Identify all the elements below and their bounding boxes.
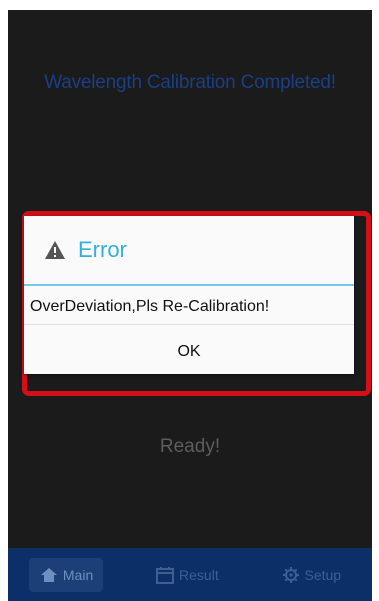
calibration-status-text: Wavelength Calibration Completed! (44, 72, 336, 93)
dialog-message: OverDeviation,Pls Re-Calibration! (30, 298, 270, 315)
nav-result[interactable]: Result (145, 558, 229, 592)
calendar-icon (156, 566, 175, 584)
home-icon (40, 567, 57, 582)
warning-icon (45, 241, 65, 259)
dialog-title: Error (78, 237, 127, 262)
bottom-navbar: Main Result Setup (8, 548, 372, 601)
dialog-header: Error (24, 216, 354, 284)
nav-result-label: Result (179, 566, 219, 583)
nav-main[interactable]: Main (28, 557, 104, 592)
ok-button[interactable]: OK (24, 325, 354, 381)
nav-main-label: Main (62, 566, 94, 583)
gear-icon (282, 566, 299, 583)
ready-status-text: Ready! (159, 436, 221, 457)
error-dialog: Error OverDeviation,Pls Re-Calibration! … (24, 216, 354, 374)
nav-setup[interactable]: Setup (271, 558, 352, 592)
nav-setup-label: Setup (304, 566, 342, 583)
